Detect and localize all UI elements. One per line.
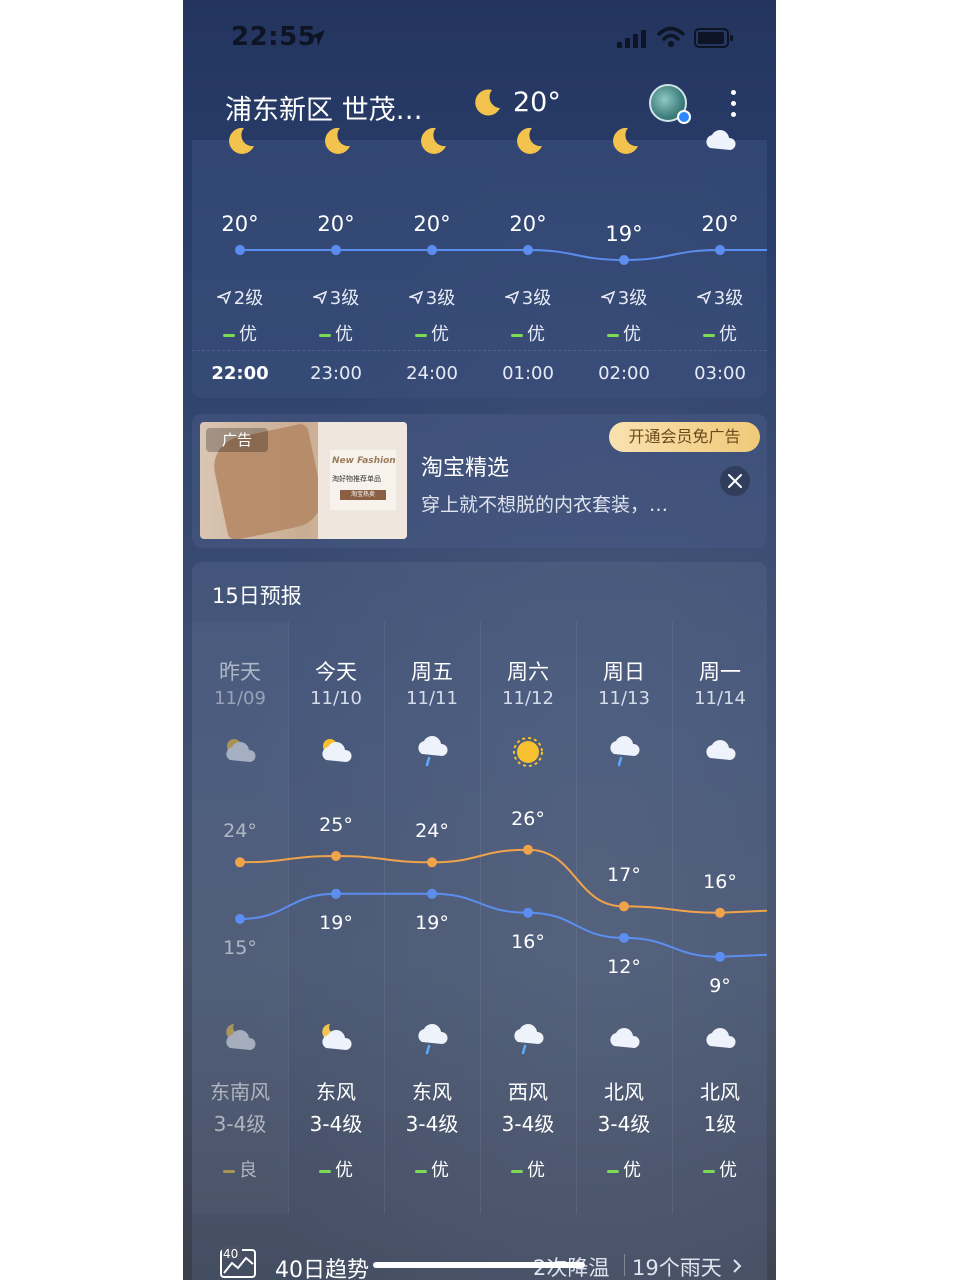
low-temp-point [715,951,725,962]
daily-forecast-card[interactable]: 15日预报 昨天 11/09 24° 15° 东南风 3-4级良今天 11/10 25° 19°… [192,562,767,1280]
low-temp-point [427,888,437,899]
hourly-point [619,255,629,265]
wifi-icon [657,26,685,47]
cellular-signal-icon [617,30,646,48]
high-temp-point [331,851,341,861]
hourly-point [427,245,437,255]
phone-screen: 22:55 浦东新区 世茂… 20° 20° 2级优 22:00 20° 3级优 23:0… [183,0,776,1280]
trend-label[interactable]: 40日趋势 [275,1252,369,1280]
trend-rain-days: 19个雨天 [632,1256,722,1280]
status-time: 22:55 [231,22,317,52]
moon-icon [475,89,500,116]
svg-text:40: 40 [223,1247,238,1261]
chevron-right-icon[interactable] [732,1258,742,1274]
status-bar: 22:55 [183,0,776,70]
more-menu-icon[interactable] [731,90,737,123]
home-indicator[interactable] [373,1262,585,1268]
low-temp-point [523,907,533,918]
high-temp-line [239,848,767,914]
low-temp-line [239,892,767,958]
low-temp-point [331,888,341,899]
low-temp-point [235,914,245,924]
hourly-line-series [240,248,767,262]
hourly-point [331,245,341,255]
hourly-point [523,245,533,255]
hourly-divider [192,350,767,351]
location-arrow-icon [309,30,325,46]
hourly-point [235,245,245,255]
hourly-temperature-line [235,245,767,265]
vip-remove-ads-button[interactable]: 开通会员免广告 [609,422,760,452]
ad-image-title: New Fashion [332,456,396,466]
high-temp-point [427,857,437,868]
low-temp-point [619,932,629,943]
ad-description[interactable]: 穿上就不想脱的内衣套装，… [421,490,668,517]
daily-temperature-chart [235,844,767,962]
header: 浦东新区 世茂… 20° [183,70,776,140]
current-temperature: 20° [513,87,561,118]
trend-chart-icon: 40 [220,1246,256,1278]
ad-image-button: 淘宝热卖 [340,490,386,500]
ad-close-button[interactable] [720,466,750,496]
high-temp-point [523,844,533,855]
battery-icon [694,28,733,48]
ad-tag: 广告 [206,428,268,452]
ad-card[interactable]: New Fashion 淘好物推荐单品 淘宝热卖 广告 淘宝精选 穿上就不想脱的… [192,414,767,548]
close-icon [728,474,742,488]
ad-title[interactable]: 淘宝精选 [421,450,509,482]
avatar-play-badge-icon [677,110,691,124]
hourly-point [715,245,725,255]
ad-image-sub: 淘好物推荐单品 [332,475,381,483]
high-temp-point [235,857,245,868]
hourly-forecast-card[interactable]: 20° 2级优 22:00 20° 3级优 23:00 20° 3级优 24:00 20° 3级优 0… [192,127,767,398]
ad-image[interactable]: New Fashion 淘好物推荐单品 淘宝热卖 广告 [200,422,407,539]
high-temp-point [715,907,725,918]
trend-bar[interactable]: 40 40日趋势 2次降温 19个雨天 [192,1214,767,1280]
high-temp-point [619,901,629,912]
